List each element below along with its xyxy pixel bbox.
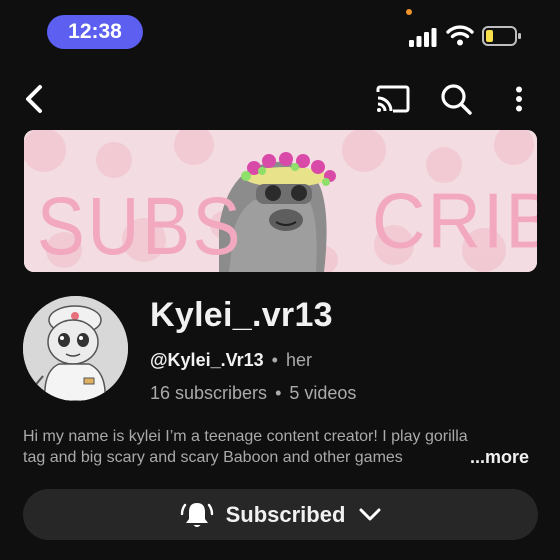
subscriber-count: 16 subscribers	[150, 383, 268, 403]
separator-dot: •	[275, 383, 282, 403]
channel-pronoun: her	[285, 350, 312, 370]
status-bar: 12:38	[0, 0, 560, 62]
channel-banner: SUBS CRIBE	[24, 130, 537, 272]
banner-text-left: SUBS	[37, 181, 243, 272]
status-time: 12:38	[47, 15, 143, 49]
battery-icon	[482, 26, 521, 46]
cast-button[interactable]	[372, 76, 414, 122]
channel-handle: @Kylei_.Vr13	[150, 350, 264, 370]
subscribed-label: Subscribed	[225, 501, 346, 527]
top-app-bar	[0, 76, 560, 122]
channel-avatar[interactable]	[23, 296, 128, 401]
separator-dot: •	[271, 350, 278, 370]
channel-stats-row: 16 subscribers • 5 videos	[150, 383, 356, 404]
description-line-2: tag and big scary and scary Baboon and o…	[23, 447, 538, 468]
back-arrow-icon	[26, 85, 42, 113]
search-icon	[441, 84, 472, 115]
channel-description[interactable]: Hi my name is kylei I’m a teenage conten…	[23, 426, 538, 468]
description-line-2-text: tag and big scary and scary Baboon and o…	[23, 449, 403, 466]
channel-name: Kylei_.vr13	[150, 296, 333, 334]
description-line-1: Hi my name is kylei I’m a teenage conten…	[23, 428, 468, 445]
channel-handle-row: @Kylei_.Vr13 • her	[150, 350, 312, 371]
search-button[interactable]	[436, 76, 476, 122]
chevron-down-icon	[359, 508, 381, 520]
wifi-icon	[446, 25, 474, 46]
banner-text-right: CRIBE	[372, 178, 537, 265]
privacy-indicator-dot	[406, 9, 412, 15]
cast-icon	[376, 85, 410, 113]
more-vert-icon	[516, 86, 522, 112]
subscribed-button[interactable]: Subscribed	[23, 489, 538, 540]
more-options-button[interactable]	[504, 76, 534, 122]
more-link[interactable]: ...more	[435, 447, 529, 468]
back-button[interactable]	[18, 76, 50, 122]
cellular-signal-icon	[409, 28, 437, 47]
video-count: 5 videos	[289, 383, 357, 403]
bell-icon	[180, 502, 213, 527]
